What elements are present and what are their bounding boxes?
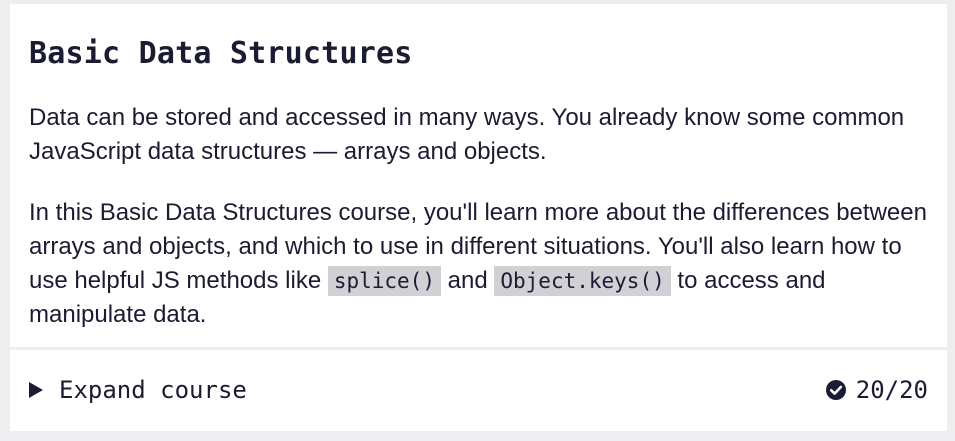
check-circle-icon [825, 380, 846, 400]
progress-indicator: 20/20 [825, 372, 928, 408]
course-description: In this Basic Data Structures course, yo… [29, 196, 934, 332]
triangle-right-icon [29, 382, 43, 398]
code-splice: splice() [327, 266, 441, 296]
course-intro: Data can be stored and accessed in many … [29, 104, 905, 165]
description-text: and [440, 267, 495, 294]
expand-course-label: Expand course [59, 376, 247, 404]
course-card: Basic Data Structures Data can be stored… [10, 4, 947, 347]
course-title: Basic Data Structures [29, 36, 413, 71]
course-footer: Expand course 20/20 [10, 350, 947, 431]
expand-course-button[interactable]: Expand course [29, 372, 247, 408]
progress-count: 20/20 [855, 376, 928, 404]
code-object-keys: Object.keys() [494, 266, 671, 296]
